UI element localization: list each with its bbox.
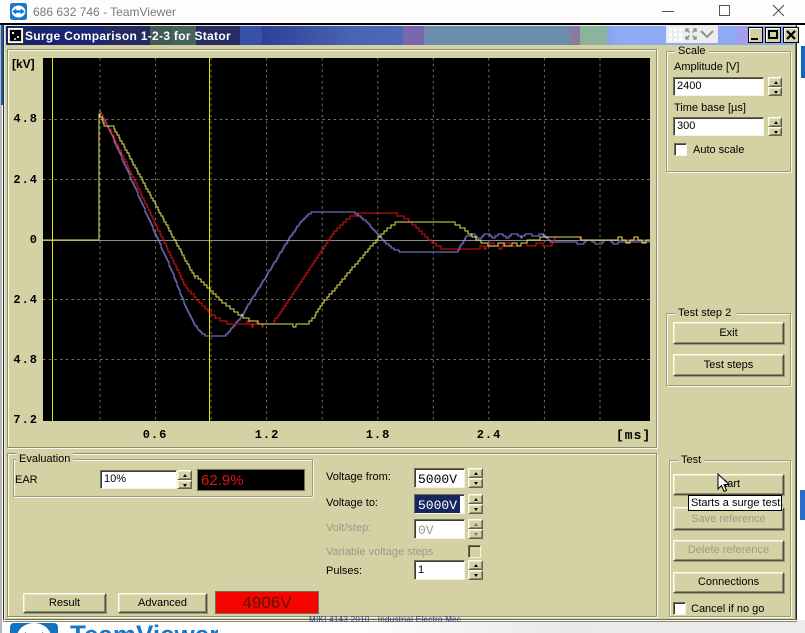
svg-text:TeamViewer: TeamViewer: [70, 622, 218, 633]
